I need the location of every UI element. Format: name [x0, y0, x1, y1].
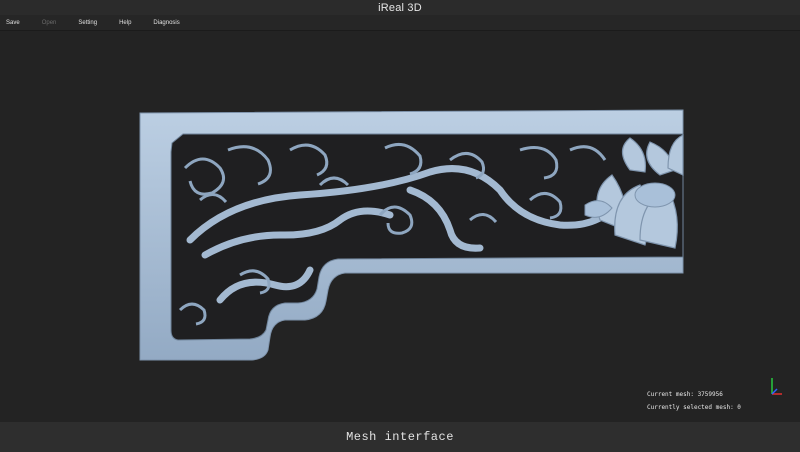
selected-mesh-status: Currently selected mesh: 0 — [647, 404, 741, 411]
window-title: iReal 3D — [378, 1, 422, 14]
menu-setting[interactable]: Setting — [78, 20, 97, 26]
3d-viewport[interactable]: Current mesh: 3759956 Currently selected… — [0, 31, 800, 422]
menu-help[interactable]: Help — [119, 20, 131, 26]
menu-open[interactable]: Open — [42, 20, 57, 26]
xyz-axis-icon — [771, 378, 782, 395]
title-bar: iReal 3D — [0, 0, 800, 15]
caption-bar: Mesh interface — [0, 422, 800, 452]
menu-diagnosis[interactable]: Diagnosis — [153, 20, 179, 26]
menu-bar: Save Open Setting Help Diagnosis — [0, 15, 800, 31]
current-mesh-status: Current mesh: 3759956 — [647, 391, 723, 398]
carved-panel-mesh[interactable] — [0, 31, 800, 422]
caption-label: Mesh interface — [346, 430, 454, 444]
menu-save[interactable]: Save — [6, 20, 20, 26]
